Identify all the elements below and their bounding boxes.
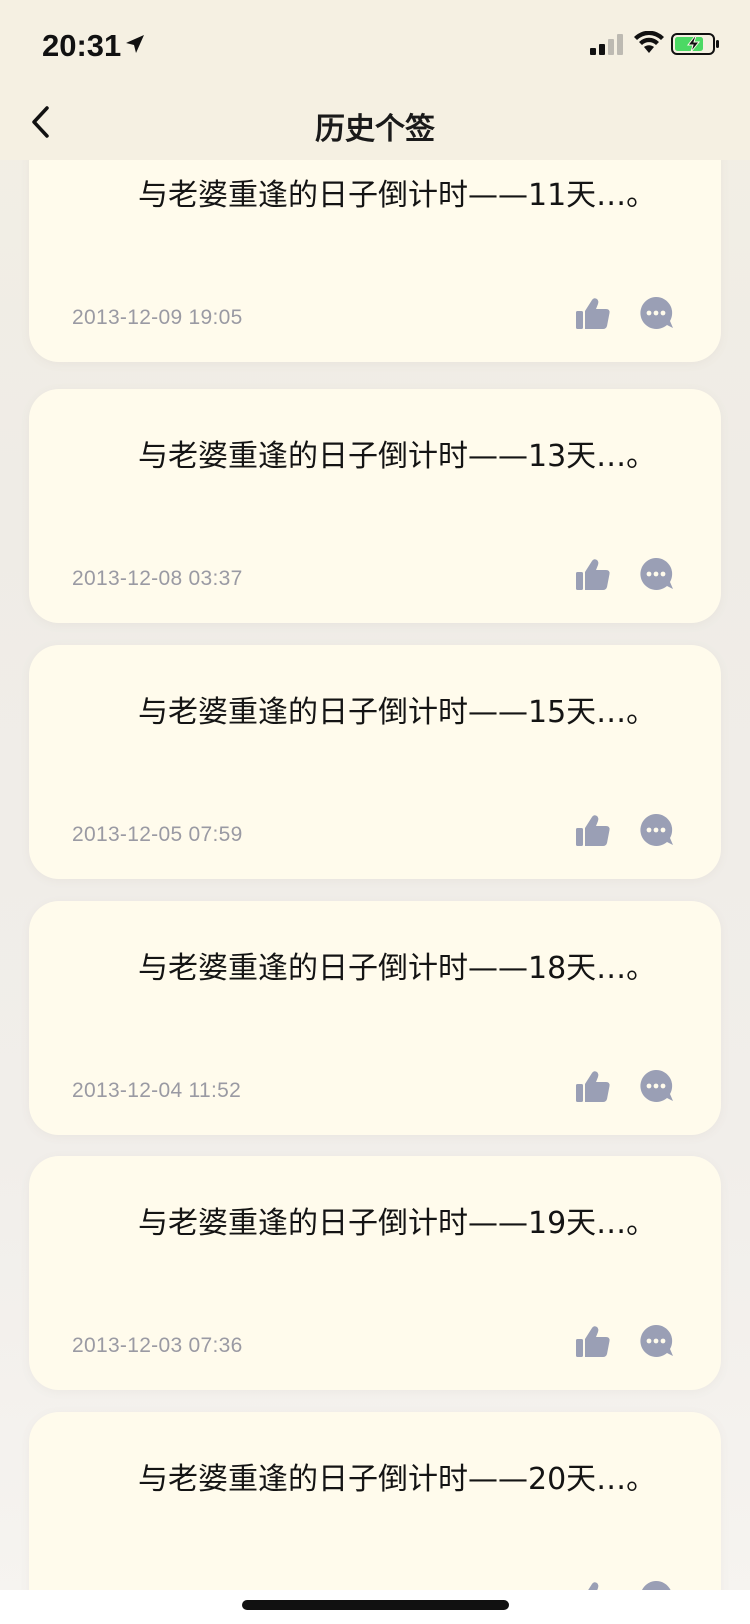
post-date: 2013-12-05 07:59	[72, 823, 243, 846]
post-date: 2013-12-08 03:37	[72, 567, 243, 590]
home-indicator[interactable]	[242, 1600, 509, 1610]
list-item[interactable]: 与老婆重逢的日子倒计时——18天…。 2013-12-04 11:52	[29, 901, 721, 1135]
wifi-icon	[634, 31, 664, 53]
comment-bubble-icon[interactable]	[637, 1067, 675, 1105]
status-bar: 20:31	[0, 0, 750, 88]
post-date: 2013-12-03 07:36	[72, 1334, 243, 1357]
list-item[interactable]: 与老婆重逢的日子倒计时——13天…。 2013-12-08 03:37	[29, 389, 721, 623]
signature-history-list[interactable]: 与老婆重逢的日子倒计时——11天…。 2013-12-09 19:05 与老婆重…	[0, 0, 750, 1624]
battery-charging-icon	[671, 33, 719, 55]
post-text: 与老婆重逢的日子倒计时——18天…。	[138, 951, 657, 986]
post-text: 与老婆重逢的日子倒计时——15天…。	[138, 695, 657, 730]
list-item[interactable]: 与老婆重逢的日子倒计时——19天…。 2013-12-03 07:36	[29, 1156, 721, 1390]
comment-bubble-icon[interactable]	[637, 1322, 675, 1360]
post-text: 与老婆重逢的日子倒计时——13天…。	[138, 439, 657, 474]
post-text: 与老婆重逢的日子倒计时——11天…。	[138, 178, 657, 213]
thumbs-up-icon[interactable]	[575, 296, 611, 332]
thumbs-up-icon[interactable]	[575, 1324, 611, 1360]
page-title: 历史个签	[315, 112, 435, 147]
list-item[interactable]: 与老婆重逢的日子倒计时——15天…。 2013-12-05 07:59	[29, 645, 721, 879]
post-date: 2013-12-09 19:05	[72, 306, 243, 329]
cellular-signal-icon	[590, 34, 623, 55]
thumbs-up-icon[interactable]	[575, 557, 611, 593]
comment-bubble-icon[interactable]	[637, 811, 675, 849]
screen: 与老婆重逢的日子倒计时——11天…。 2013-12-09 19:05 与老婆重…	[0, 0, 750, 1624]
navigation-bar: 历史个签	[0, 88, 750, 160]
thumbs-up-icon[interactable]	[575, 813, 611, 849]
thumbs-up-icon[interactable]	[575, 1069, 611, 1105]
location-arrow-icon	[126, 35, 144, 53]
post-date: 2013-12-04 11:52	[72, 1079, 242, 1102]
status-time: 20:31	[42, 28, 122, 63]
post-text: 与老婆重逢的日子倒计时——20天…。	[138, 1462, 657, 1497]
post-text: 与老婆重逢的日子倒计时——19天…。	[138, 1206, 657, 1241]
comment-bubble-icon[interactable]	[637, 294, 675, 332]
comment-bubble-icon[interactable]	[637, 555, 675, 593]
list-item[interactable]: 与老婆重逢的日子倒计时——11天…。 2013-12-09 19:05	[29, 128, 721, 362]
